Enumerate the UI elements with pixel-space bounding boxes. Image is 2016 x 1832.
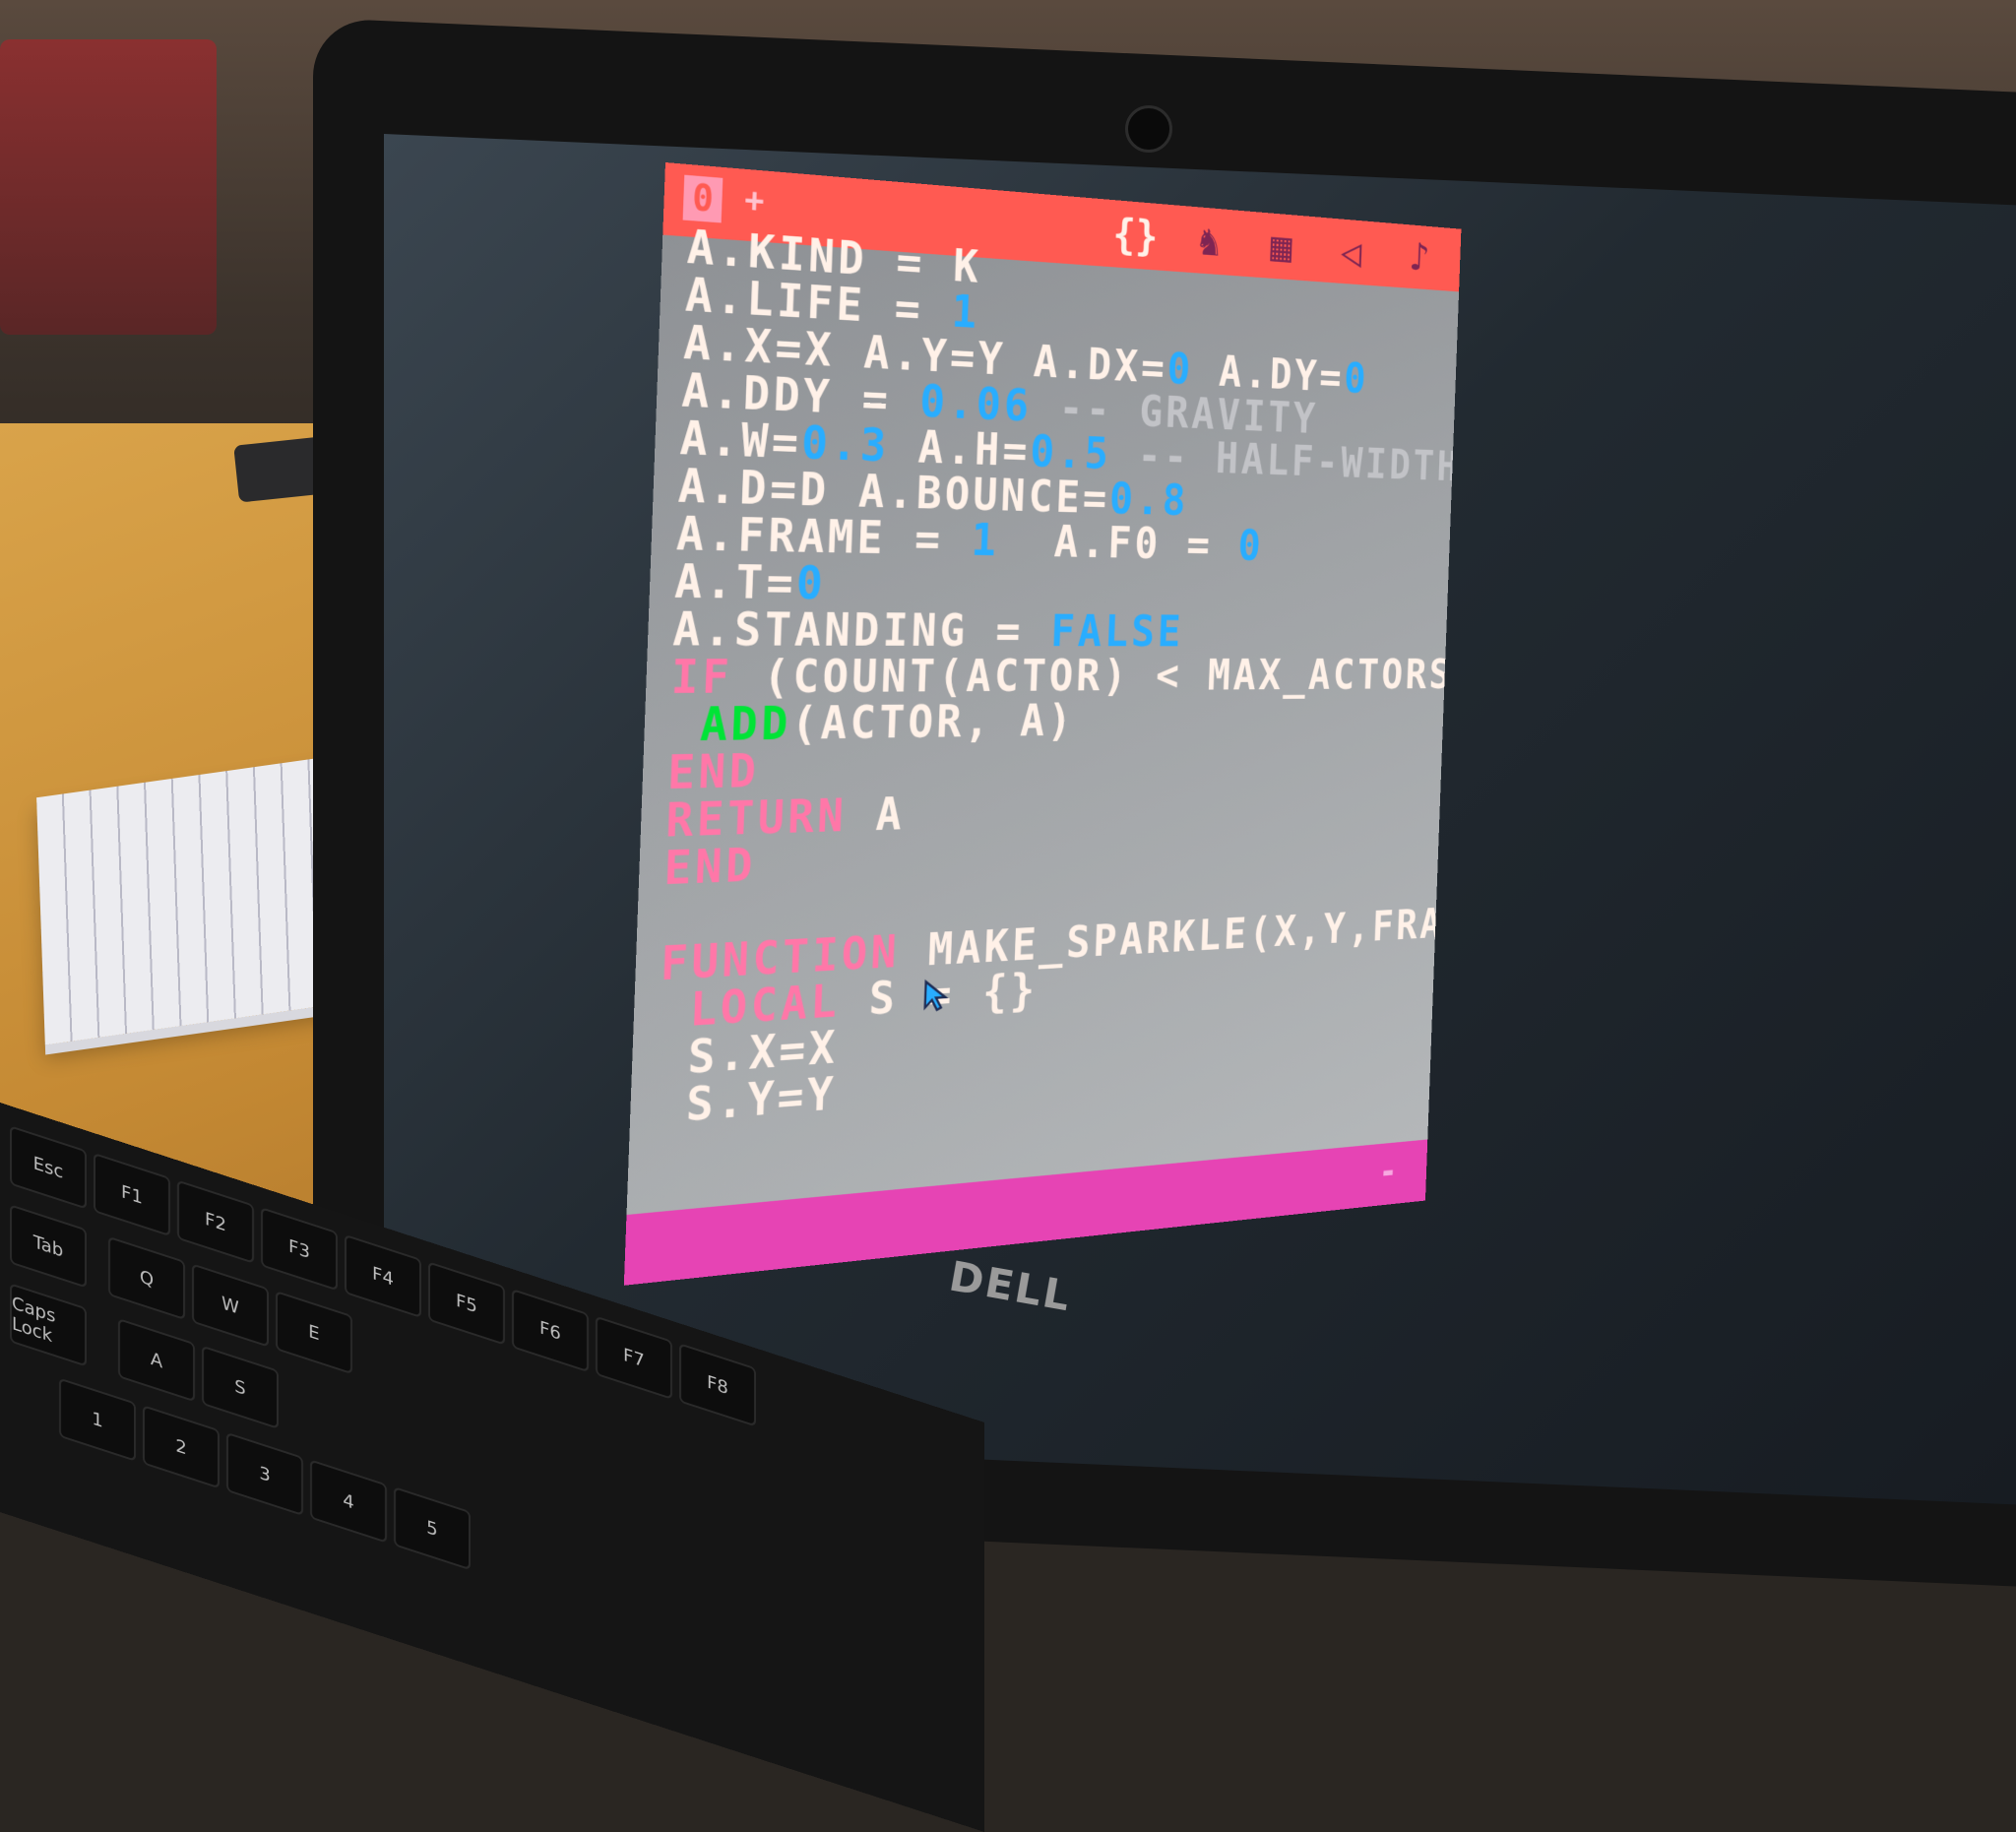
- keyboard-key: 2: [143, 1405, 220, 1489]
- keyboard-key: 4: [310, 1459, 387, 1544]
- keyboard-key: S: [202, 1345, 279, 1429]
- keyboard-key: F2: [177, 1179, 254, 1264]
- keyboard-key: 3: [226, 1431, 303, 1517]
- keyboard-key: F7: [596, 1315, 672, 1400]
- code-token: FALSE: [1049, 605, 1185, 658]
- code-token: 0: [1236, 521, 1265, 571]
- keyboard-key: Esc: [10, 1125, 87, 1210]
- code-token: (COUNT(ACTOR) < MAX_ACTORS): [731, 650, 1462, 705]
- keyboard-key: F4: [345, 1233, 421, 1319]
- keyboard-key: F6: [512, 1288, 589, 1373]
- keyboard-key: 5: [394, 1485, 471, 1571]
- add-tab-button[interactable]: +: [744, 180, 765, 221]
- code-token: A.STANDING =: [671, 602, 1052, 658]
- keyboard-key: Tab: [10, 1204, 87, 1289]
- keyboard-key: E: [276, 1290, 352, 1375]
- code-area[interactable]: A.KIND = K A.LIFE = 1 A.X=X A.Y=Y A.DX=0 A…: [655, 221, 1462, 1132]
- keyboard-key: F1: [94, 1152, 170, 1237]
- code-token: IF: [669, 650, 734, 705]
- webcam-icon: [1125, 105, 1172, 153]
- keyboard-key: A: [118, 1317, 195, 1403]
- keyboard-key: F8: [679, 1343, 756, 1427]
- code-tab-0[interactable]: 0: [682, 174, 724, 223]
- pico8-code-editor: 0 + {} ♞ ▦ ◁ ♪ A.KIND = K A.LIFE = 1 A.X=X A.Y…: [623, 162, 1462, 1286]
- notepad: [36, 756, 338, 1045]
- code-token: (ACTOR, A): [789, 695, 1076, 751]
- keyboard-key: 1: [59, 1377, 136, 1462]
- keyboard-key: F3: [261, 1207, 338, 1292]
- keyboard-key: Caps Lock: [10, 1283, 87, 1367]
- keyboard-key: W: [192, 1263, 269, 1348]
- mouse-pointer-icon: [921, 978, 952, 1014]
- status-text: -: [1378, 1150, 1401, 1193]
- code-token: 0: [794, 556, 828, 610]
- chair: [0, 39, 217, 335]
- code-token: A.F0 =: [998, 515, 1239, 571]
- keyboard-key: Q: [108, 1235, 185, 1321]
- code-token: 1: [970, 514, 1001, 567]
- code-token: ADD: [699, 697, 792, 752]
- code-token: A.T=: [673, 554, 797, 610]
- code-token: A: [846, 788, 906, 843]
- code-token: 0: [1343, 353, 1369, 404]
- code-token: END: [662, 839, 757, 897]
- code-line: A.STANDING = FALSE: [672, 602, 1447, 658]
- keyboard-key: F5: [428, 1261, 505, 1346]
